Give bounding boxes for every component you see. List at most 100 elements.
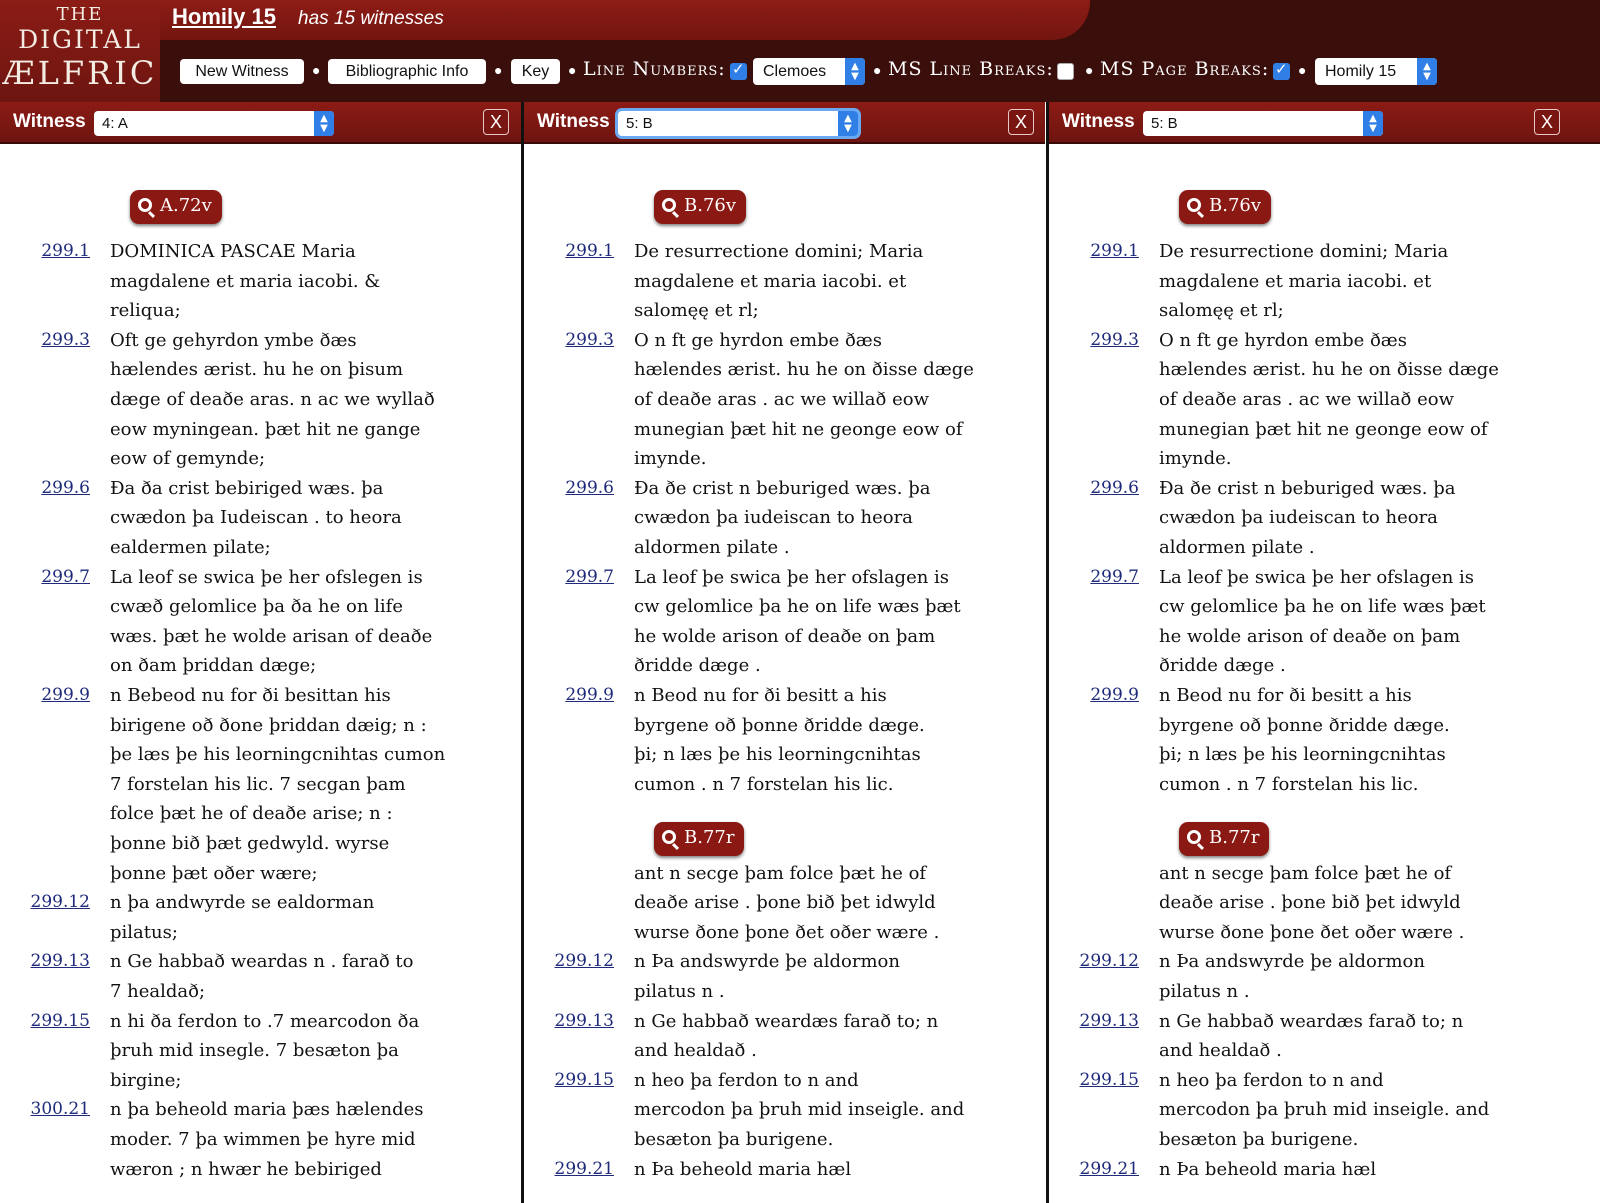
- text-line: of deaðe aras . ac we willað eow: [634, 389, 929, 410]
- line-number-link[interactable]: 299.1: [30, 241, 90, 261]
- text-line: ðridde dæge .: [634, 655, 761, 677]
- close-witness-button[interactable]: X: [1008, 109, 1034, 135]
- line-numbering-select[interactable]: Clemoes ▲ ▼: [753, 58, 865, 85]
- folio-button[interactable]: B.77r: [1179, 822, 1270, 856]
- new-witness-button[interactable]: New Witness: [180, 59, 304, 84]
- witness-count: has 15 witnesses: [298, 8, 444, 29]
- text-line: and healdað .: [634, 1040, 757, 1062]
- line-number-link[interactable]: 299.9: [554, 685, 614, 705]
- line-number-link[interactable]: 299.12: [554, 951, 614, 971]
- folio-label: B.77r: [684, 827, 735, 848]
- text-line: reliqua;: [110, 300, 181, 322]
- text-line: De resurrectione domini; Maria: [634, 241, 924, 262]
- witness-select-3[interactable]: 5: B ▲ ▼: [1143, 111, 1383, 136]
- ms-page-breaks-checkbox[interactable]: [1273, 60, 1290, 80]
- text-line: ant n secge þam folce þæt he of: [634, 862, 927, 884]
- text-line: cumon . n 7 forstelan his lic.: [634, 773, 894, 795]
- folio-button[interactable]: B.76v: [1179, 190, 1272, 224]
- site-logo[interactable]: THE DIGITAL ÆLFRIC: [0, 0, 160, 102]
- magnifier-icon: [1187, 198, 1201, 212]
- text-line: þe læs þe his leorningcnihtas cumon: [110, 744, 446, 766]
- folio-button[interactable]: A.72v: [130, 190, 222, 224]
- text-line: Oft ge gehyrdon ymbe ðæs: [110, 329, 357, 351]
- line-number-link[interactable]: 299.13: [554, 1011, 614, 1031]
- text-line: n Þa beheold maria hæl: [634, 1158, 852, 1180]
- text-line: eow of gemynde;: [110, 448, 266, 470]
- line-number-link[interactable]: 299.3: [554, 330, 614, 350]
- homily-title-link[interactable]: Homily 15: [172, 4, 276, 30]
- line-number-link[interactable]: 299.6: [1079, 478, 1139, 498]
- ms-line-breaks-checkbox[interactable]: [1057, 63, 1074, 80]
- line-number-link[interactable]: 299.6: [554, 478, 614, 498]
- line-number-link[interactable]: 299.1: [554, 241, 614, 261]
- line-numbers-checkbox[interactable]: [730, 60, 747, 80]
- text-line: þi; n læs þe his leorningcnihtas: [1159, 744, 1446, 766]
- witness-bar-1: Witness 4: A ▲ ▼ X: [0, 102, 521, 144]
- close-witness-button[interactable]: X: [483, 109, 509, 135]
- text-line: wæs. þæt he wolde arisan of deaðe: [110, 625, 433, 647]
- line-number-link[interactable]: 299.21: [554, 1159, 614, 1179]
- text-line: dæge of deaðe aras. n ac we wyllað: [110, 389, 435, 410]
- line-numbering-value: Clemoes: [763, 63, 827, 80]
- text-line: cwædon þa iudeiscan to heora: [634, 507, 913, 529]
- line-number-link[interactable]: 299.13: [30, 951, 90, 971]
- logo-line-3: ÆLFRIC: [2, 54, 158, 92]
- key-button[interactable]: Key: [511, 59, 560, 84]
- line-number-link[interactable]: 299.6: [30, 478, 90, 498]
- line-number-link[interactable]: 300.21: [30, 1099, 90, 1119]
- witness-select-value: 5: B: [1151, 115, 1178, 132]
- logo-line-2: DIGITAL: [18, 25, 142, 54]
- homily-select[interactable]: Homily 15 ▲ ▼: [1315, 58, 1437, 85]
- text-line: ant n secge þam folce þæt he of: [1159, 862, 1452, 884]
- text-line: magdalene et maria iacobi. &: [110, 270, 381, 292]
- text-line: munegian þæt hit ne geonge eow of: [1159, 418, 1488, 440]
- line-number-link[interactable]: 299.9: [30, 685, 90, 705]
- witness-select-2[interactable]: 5: B ▲ ▼: [618, 111, 858, 136]
- text-line: wurse ðone þone ðet oðer wære .: [634, 921, 940, 943]
- text-line: wurse ðone þone ðet oðer wære .: [1159, 921, 1465, 943]
- logo-line-1: THE: [56, 4, 104, 25]
- line-number-link[interactable]: 299.21: [1079, 1159, 1139, 1179]
- text-line: he wolde arison of deaðe on þam: [634, 625, 936, 647]
- line-number-link[interactable]: 299.15: [30, 1011, 90, 1031]
- text-line: imynde.: [1159, 448, 1232, 470]
- line-number-link[interactable]: 299.3: [1079, 330, 1139, 350]
- text-line: wæron ; n hwær he bebiriged: [110, 1158, 382, 1180]
- bibliographic-info-button[interactable]: Bibliographic Info: [328, 59, 486, 84]
- line-number-link[interactable]: 299.7: [30, 567, 90, 587]
- text-line: cwæð gelomlice þa ða he on life: [110, 596, 403, 618]
- line-number-link[interactable]: 299.12: [1079, 951, 1139, 971]
- text-line: þonne þæt oðer wære;: [110, 862, 318, 884]
- line-number-link[interactable]: 299.9: [1079, 685, 1139, 705]
- line-number-link[interactable]: 299.7: [554, 567, 614, 587]
- text-line: Ða ðe crist n beburiged wæs. þa: [1159, 477, 1456, 499]
- text-line: pilatus;: [110, 921, 178, 943]
- text-line: hælendes ærist. hu he on þisum: [110, 359, 404, 381]
- line-number-link[interactable]: 299.7: [1079, 567, 1139, 587]
- text-line: deaðe arise . þone bið þet idwyld: [634, 892, 936, 914]
- text-line: n Þa beheold maria hæl: [1159, 1158, 1377, 1180]
- text-line: cw gelomlice þa he on life wæs þæt: [1159, 596, 1486, 618]
- folio-button[interactable]: B.77r: [654, 822, 745, 856]
- folio-button[interactable]: B.76v: [654, 190, 747, 224]
- ms-page-breaks-label: MS Page Breaks:: [1100, 58, 1270, 80]
- close-witness-button[interactable]: X: [1534, 109, 1560, 135]
- magnifier-icon: [138, 198, 152, 212]
- line-number-link[interactable]: 299.13: [1079, 1011, 1139, 1031]
- text-line: n Bebeod nu for ði besittan his: [110, 685, 391, 706]
- ms-line-breaks-label: MS Line Breaks:: [888, 58, 1054, 80]
- line-number-link[interactable]: 299.15: [554, 1070, 614, 1090]
- witness-text-column-2: B.76v B.77r De resurrectione domini; Maria…: [524, 146, 1044, 1203]
- text-line: þi; n læs þe his leorningcnihtas: [634, 744, 921, 766]
- magnifier-icon: [662, 198, 676, 212]
- line-numbers-label: Line Numbers:: [583, 58, 726, 80]
- line-number-link[interactable]: 299.3: [30, 330, 90, 350]
- line-number-link[interactable]: 299.1: [1079, 241, 1139, 261]
- select-arrows-icon: ▲ ▼: [1363, 111, 1383, 136]
- text-line: besæton þa burigene.: [634, 1129, 834, 1150]
- text-line: besæton þa burigene.: [1159, 1129, 1359, 1150]
- line-number-link[interactable]: 299.15: [1079, 1070, 1139, 1090]
- line-number-link[interactable]: 299.12: [30, 892, 90, 912]
- witness-select-1[interactable]: 4: A ▲ ▼: [94, 111, 334, 136]
- text-line: n þa beheold maria þæs hælendes: [110, 1099, 424, 1121]
